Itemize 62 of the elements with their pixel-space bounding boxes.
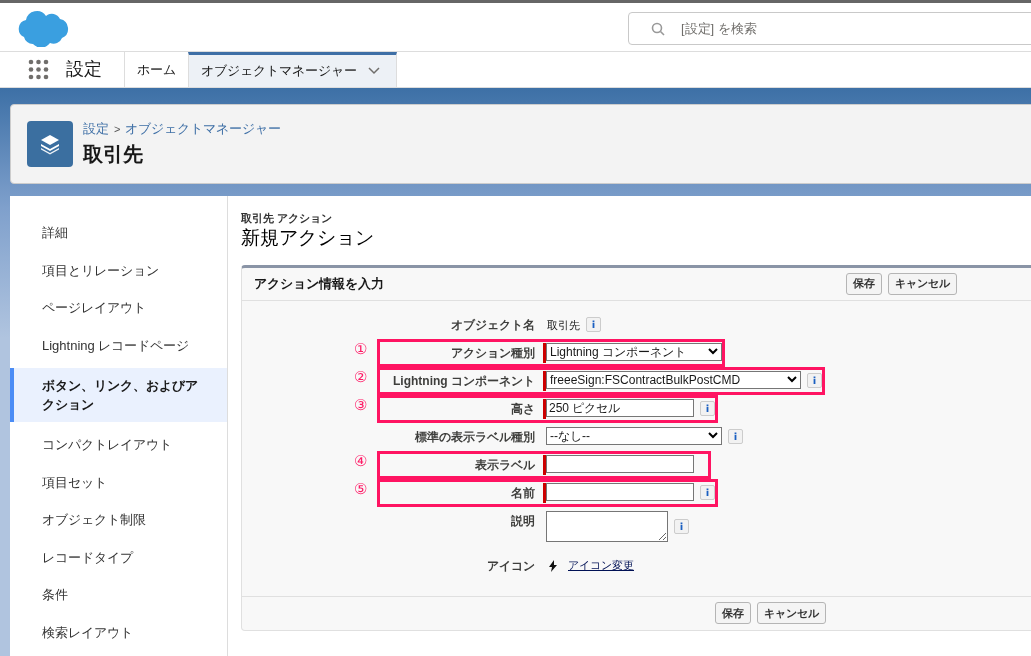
search-icon	[651, 21, 665, 36]
save-button[interactable]: 保存	[846, 272, 882, 295]
cancel-button[interactable]: キャンセル	[888, 272, 957, 295]
field-label: Lightning コンポーネント	[392, 372, 535, 390]
cancel-button[interactable]: キャンセル	[757, 602, 826, 624]
field-label: 表示ラベル	[474, 456, 535, 474]
textarea-field[interactable]	[546, 510, 668, 542]
input-field[interactable]	[546, 482, 694, 501]
breadcrumb-link[interactable]: 設定	[83, 119, 109, 139]
field-value: 取引先	[547, 317, 580, 333]
annotation-number: ③	[354, 395, 367, 414]
caret-icon	[708, 432, 718, 439]
page-title: 新規アクション	[241, 226, 375, 249]
field-label: 名前	[510, 484, 535, 502]
sidebar-item[interactable]: Lightning レコードページ	[10, 326, 227, 364]
field-label: アイコン	[486, 557, 535, 575]
lightning-icon	[548, 559, 558, 572]
annotation-number: ⑤	[354, 479, 367, 498]
sidebar-item[interactable]: 項目とリレーション	[10, 251, 227, 289]
caret-icon	[708, 348, 718, 355]
nav-tab[interactable]: オブジェクトマネージャー	[188, 52, 397, 87]
annotation-number: ①	[354, 339, 367, 358]
sidebar-item[interactable]: コンパクトレイアウト	[10, 426, 227, 464]
change-icon-link[interactable]: アイコン変更	[568, 555, 634, 573]
page-subtitle: 取引先 アクション	[241, 211, 334, 226]
info-button[interactable]	[700, 401, 715, 416]
sidebar-item[interactable]: オブジェクト制限	[10, 501, 227, 539]
sidebar-item[interactable]: 条件	[10, 576, 227, 614]
sidebar-item[interactable]: 詳細	[10, 214, 227, 252]
sidebar-item[interactable]: 項目セット	[10, 463, 227, 501]
select-field[interactable]: freeeSign:FSContractBulkPostCMD	[546, 370, 801, 389]
app-launcher-icon[interactable]	[28, 59, 49, 80]
annotation-number: ④	[354, 451, 367, 470]
save-button[interactable]: 保存	[715, 602, 751, 624]
field-label: アクション種別	[450, 344, 535, 362]
select-field[interactable]: Lightning コンポーネント	[546, 342, 722, 361]
sidebar-item[interactable]: ボタン、リンク、およびアクション	[10, 368, 227, 422]
info-button[interactable]	[807, 373, 822, 388]
annotation-number: ②	[354, 367, 367, 386]
info-button[interactable]	[728, 429, 743, 444]
breadcrumb-separator: >	[114, 121, 121, 137]
object-title: 取引先	[83, 141, 144, 167]
select-field[interactable]: --なし--	[546, 426, 722, 445]
field-label: 高さ	[510, 400, 535, 418]
field-label: 説明	[510, 512, 535, 530]
layers-icon	[27, 121, 73, 167]
info-button[interactable]	[586, 317, 601, 332]
info-button[interactable]	[700, 485, 715, 500]
caret-icon	[787, 376, 797, 383]
search-bar[interactable]: [設定] を検索	[628, 12, 1031, 45]
input-field[interactable]: 250 ピクセル	[546, 398, 694, 417]
breadcrumb-link[interactable]: オブジェクトマネージャー	[125, 119, 282, 139]
sidebar-item[interactable]: ページレイアウト	[10, 289, 227, 327]
field-label: オブジェクト名	[450, 316, 535, 334]
input-field[interactable]	[546, 454, 694, 473]
field-label: 標準の表示ラベル種別	[414, 428, 535, 446]
search-input[interactable]: [設定] を検索	[681, 18, 1031, 39]
info-button[interactable]	[674, 518, 689, 534]
app-name: 設定	[66, 58, 102, 81]
sidebar-item[interactable]: 検索レイアウト	[10, 613, 227, 651]
panel-title: アクション情報を入力	[254, 274, 384, 293]
sidebar-item[interactable]: レコードタイプ	[10, 538, 227, 576]
